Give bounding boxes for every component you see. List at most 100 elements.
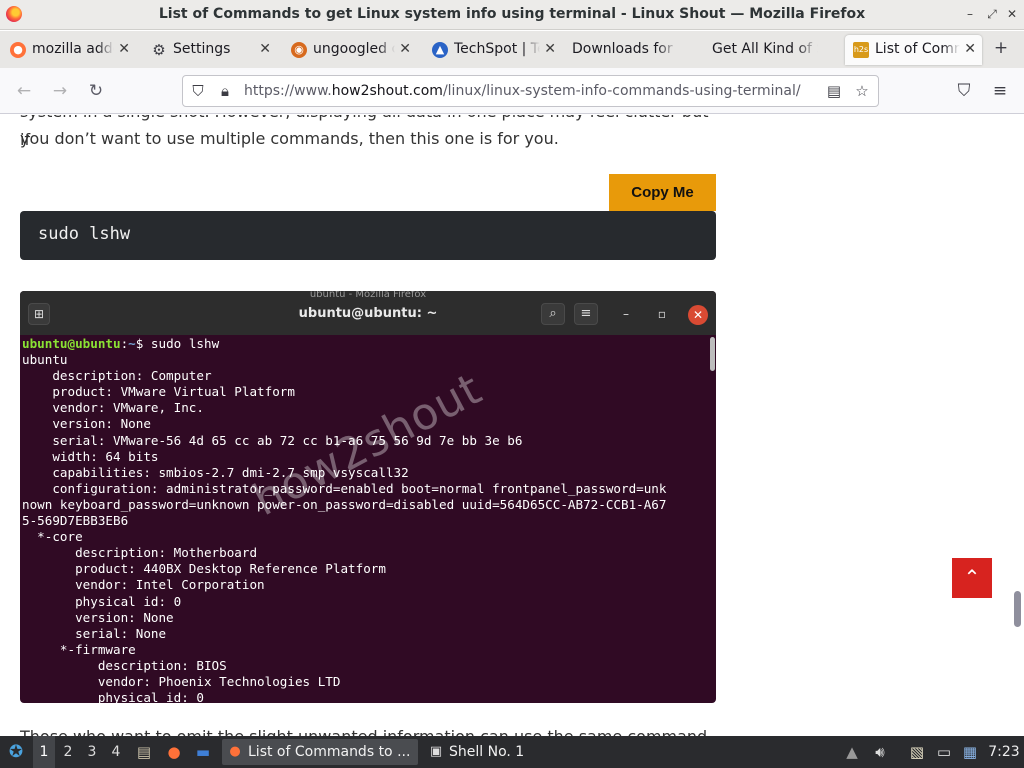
terminal-line: description: Computer	[22, 368, 212, 384]
terminal-line: physical id: 0	[22, 593, 182, 609]
tab-label: List of Commands	[875, 41, 960, 57]
terminal-line: 5-569D7EBB3EB6	[22, 513, 129, 529]
terminal-header: ubuntu - Mozilla Firefox ⊞ ubuntu@ubuntu…	[20, 291, 716, 335]
taskbar: ✪ 1 2 3 4 ▤ ● ▬ ● List of Commands to ..…	[0, 736, 1024, 768]
copy-me-button[interactable]: Copy Me	[609, 174, 716, 211]
tab-techspot[interactable]: ▲ TechSpot | Technology ✕	[424, 35, 562, 65]
close-icon[interactable]: ✕	[544, 41, 556, 57]
url-host: how2shout.com	[331, 83, 443, 99]
how2shout-icon: h2s	[853, 42, 869, 58]
shield-icon[interactable]: ⛉	[189, 82, 207, 100]
url-text[interactable]: https://www.how2shout.com/linux/linux-sy…	[244, 83, 801, 99]
page-content: system in a single shot. However, displa…	[0, 115, 1024, 736]
close-icon[interactable]: ✕	[964, 41, 976, 57]
terminal-line: product: 440BX Desktop Reference Platfor…	[22, 561, 386, 577]
tab-label: Get All Kind of Software	[712, 41, 818, 57]
code-block: sudo lshw	[20, 211, 716, 260]
terminal-line: serial: None	[22, 625, 167, 641]
terminal-line: *-core	[22, 529, 83, 545]
app-menu-button[interactable]: ≡	[989, 80, 1011, 102]
file-manager-icon[interactable]: ▤	[134, 742, 154, 762]
task-label: List of Commands to ...	[248, 744, 411, 760]
terminal-search-icon: ⌕	[541, 303, 565, 325]
terminal-line: configuration: administrator_password=en…	[22, 480, 667, 496]
terminal-maximize-icon: ▫	[657, 307, 667, 321]
terminal-line: *-firmware	[22, 641, 136, 657]
tab-ungoogled-chromium[interactable]: ◉ ungoogled chromium ✕	[283, 35, 417, 65]
url-bar[interactable]: ⛉ 🔒︎ https://www.how2shout.com/linux/lin…	[182, 75, 879, 107]
terminal-line: vendor: Phoenix Technologies LTD	[22, 673, 341, 689]
terminal-line: product: VMware Virtual Platform	[22, 384, 295, 400]
restore-button[interactable]: ⤢	[984, 6, 1000, 22]
terminal-line: description: BIOS	[22, 657, 227, 673]
terminal-line: ubuntu	[22, 352, 68, 368]
terminal-line: description: Motherboard	[22, 545, 258, 561]
terminal-line: vendor: VMware, Inc.	[22, 400, 204, 416]
terminal-icon: ▣	[429, 744, 443, 759]
tab-label: TechSpot | Technology	[454, 41, 540, 57]
tab-downloads[interactable]: Downloads for Linux	[562, 35, 700, 65]
forward-button[interactable]: →	[49, 80, 71, 102]
volume-icon[interactable]: 🔊︎	[870, 742, 890, 762]
terminal-menu-icon: ≡	[574, 303, 598, 325]
tab-get-all-kind[interactable]: Get All Kind of Software	[702, 35, 840, 65]
intro-paragraph: you don’t want to use multiple commands,…	[20, 129, 559, 148]
techspot-icon: ▲	[432, 42, 448, 58]
close-icon[interactable]: ✕	[259, 41, 271, 57]
terminal-line: vendor: Intel Corporation	[22, 577, 265, 593]
gear-icon: ⚙	[152, 41, 166, 59]
lock-icon[interactable]: 🔒︎	[216, 82, 234, 100]
workspace-3[interactable]: 3	[81, 736, 103, 768]
terminal-line: physical id: 0	[22, 690, 204, 703]
terminal-line: nown keyboard_password=unknown power-on_…	[22, 496, 667, 512]
prompt-command: $ sudo lshw	[135, 336, 220, 351]
tab-mozilla-addons[interactable]: ● mozilla addons ✕	[2, 35, 136, 65]
close-icon[interactable]: ✕	[118, 41, 130, 57]
workspace-4[interactable]: 4	[105, 736, 127, 768]
page-scrollbar-thumb[interactable]	[1014, 591, 1021, 627]
pocket-icon[interactable]: ⛉	[953, 80, 975, 102]
firefox-launcher-icon[interactable]: ●	[164, 742, 184, 762]
code-text: sudo lshw	[38, 224, 131, 244]
prompt-path: ~	[128, 336, 136, 351]
terminal-minimize-icon: –	[623, 307, 629, 321]
terminal-close-icon: ✕	[688, 305, 708, 325]
terminal-lines: ubuntu description: Computer product: VM…	[22, 352, 710, 703]
minimize-button[interactable]: –	[962, 6, 978, 22]
workspace-2[interactable]: 2	[57, 736, 79, 768]
terminal-line: version: None	[22, 609, 174, 625]
task-label: Shell No. 1	[449, 744, 525, 760]
taskbar-task-firefox[interactable]: ● List of Commands to ...	[222, 739, 418, 765]
terminal-title: ubuntu@ubuntu: ~	[298, 306, 438, 321]
desktop-icon[interactable]: ▬	[193, 742, 213, 762]
tab-settings[interactable]: ⚙ Settings ✕	[143, 35, 277, 65]
new-tab-button[interactable]: +	[990, 37, 1012, 59]
window-titlebar: List of Commands to get Linux system inf…	[0, 0, 1024, 30]
window-title: List of Commands to get Linux system inf…	[158, 6, 866, 22]
display-icon[interactable]: ▭	[934, 742, 954, 762]
close-window-button[interactable]: ✕	[1004, 6, 1020, 22]
reload-button[interactable]: ↻	[85, 80, 107, 102]
prompt-user: ubuntu@ubuntu	[22, 336, 121, 351]
updates-icon[interactable]: ▲	[842, 742, 862, 762]
terminal-scrollbar	[710, 337, 715, 371]
tab-list-of-commands[interactable]: h2s List of Commands ✕	[845, 35, 982, 65]
close-icon[interactable]: ✕	[399, 41, 411, 57]
clipboard-icon[interactable]: ▧	[907, 742, 927, 762]
bookmark-star-icon[interactable]: ☆	[853, 82, 871, 100]
firefox-icon: ●	[229, 744, 241, 759]
url-path: /linux/linux-system-info-commands-using-…	[442, 83, 801, 99]
scroll-to-top-button[interactable]: ⌃	[952, 558, 992, 598]
tab-label: Downloads for Linux	[572, 41, 678, 57]
tab-label: Settings	[173, 41, 231, 57]
workspace-1[interactable]: 1	[33, 736, 55, 768]
terminal-output: ubuntu@ubuntu:~$ sudo lshw ubuntu descri…	[22, 335, 710, 703]
taskbar-task-shell[interactable]: ▣ Shell No. 1	[423, 739, 593, 765]
start-menu-icon[interactable]: ✪	[6, 742, 26, 762]
network-icon[interactable]: ▦	[960, 742, 980, 762]
back-button[interactable]: ←	[13, 80, 35, 102]
terminal-prompt-line: ubuntu@ubuntu:~$ sudo lshw	[22, 336, 710, 352]
tab-strip: ● mozilla addons ✕ ⚙ Settings ✕ ◉ ungoog…	[0, 31, 1024, 68]
reader-view-icon[interactable]: ▤	[825, 82, 843, 100]
clock[interactable]: 7:23	[986, 736, 1022, 768]
